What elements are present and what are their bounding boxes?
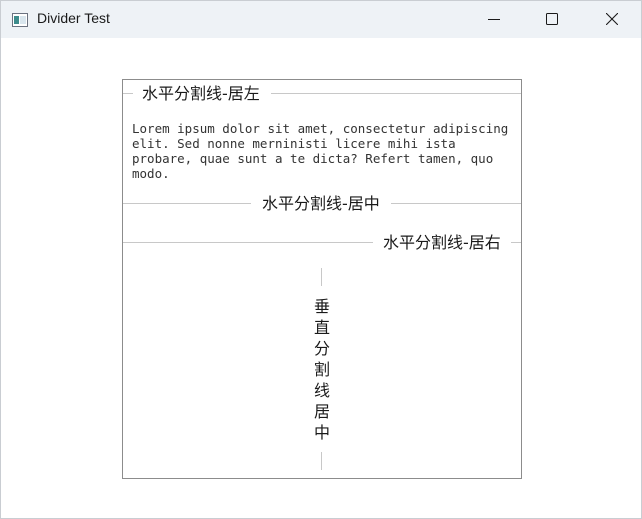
minimize-button[interactable] — [471, 1, 517, 38]
divider-left-line-start — [123, 93, 133, 94]
divider-left-label: 水平分割线-居左 — [142, 84, 260, 103]
lorem-paragraph: Lorem ipsum dolor sit amet, consectetur … — [132, 121, 509, 181]
divider-center-label: 水平分割线-居中 — [262, 194, 380, 213]
close-button[interactable] — [589, 1, 635, 38]
window-title: Divider Test — [37, 10, 110, 26]
title-bar[interactable]: Divider Test — [1, 1, 641, 38]
maximize-button[interactable] — [529, 1, 575, 38]
close-icon — [606, 13, 618, 25]
divider-right-label: 水平分割线-居右 — [383, 233, 501, 252]
app-window-icon — [12, 12, 28, 27]
vertical-divider-label: 垂直分割线居中 — [313, 297, 330, 442]
divider-right-line-start — [123, 242, 373, 243]
divider-demo-panel: 水平分割线-居左 Lorem ipsum dolor sit amet, con… — [122, 79, 522, 479]
app-window: Divider Test 水平分割线-居左 Lorem ipsum dolor … — [0, 0, 642, 519]
divider-left-line-end — [271, 93, 521, 94]
vertical-divider-line-bottom — [321, 452, 322, 470]
vertical-divider-line-top — [321, 268, 322, 286]
minimize-icon — [488, 19, 500, 20]
divider-center-line-end — [391, 203, 521, 204]
maximize-icon — [546, 13, 558, 25]
divider-right-line-end — [511, 242, 521, 243]
divider-center-line-start — [123, 203, 251, 204]
